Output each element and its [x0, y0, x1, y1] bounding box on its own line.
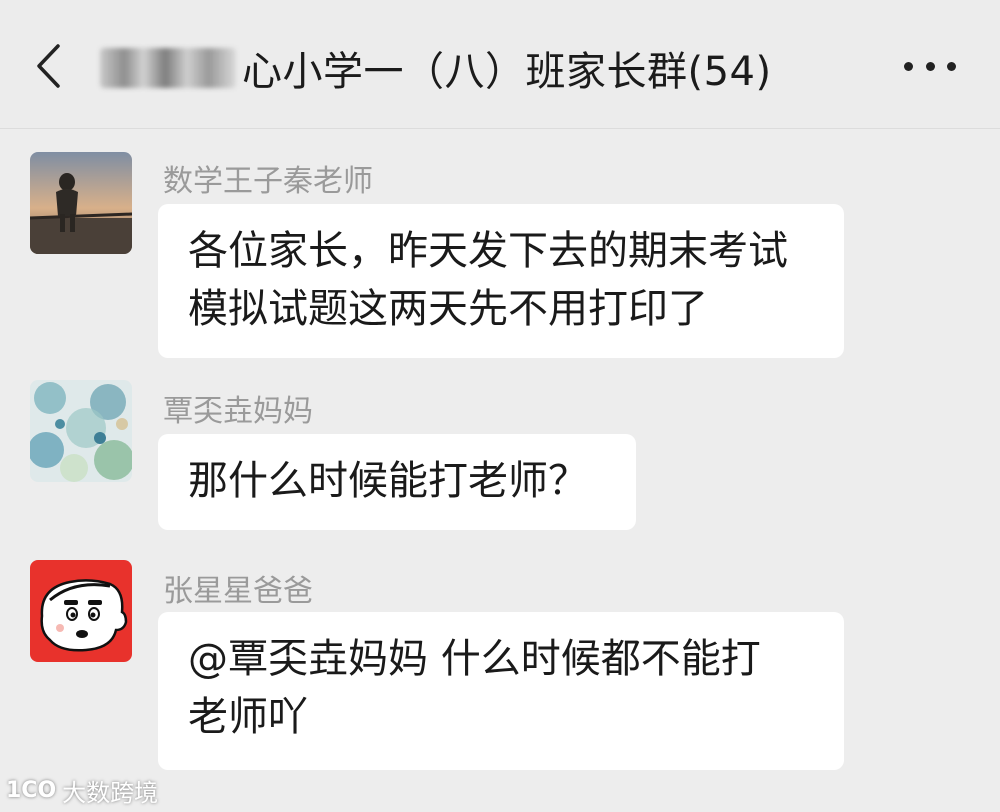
more-dots-icon	[904, 61, 913, 71]
message-item: 张星星爸爸 @覃奀垚妈妈 什么时候都不能打 老师吖	[0, 558, 1000, 778]
message-bubble[interactable]: 各位家长，昨天发下去的期末考试 模拟试题这两天先不用打印了	[158, 204, 844, 358]
sender-name: 覃奀垚妈妈	[163, 394, 313, 429]
avatar[interactable]	[30, 380, 132, 482]
message-bubble[interactable]: @覃奀垚妈妈 什么时候都不能打 老师吖	[158, 612, 844, 770]
avatar[interactable]	[30, 560, 132, 662]
watermark-logo: 1CO	[6, 778, 57, 803]
message-line: 那什么时候能打老师？	[188, 458, 588, 504]
floral-painting-avatar	[30, 380, 132, 482]
message-line: @覃奀垚妈妈 什么时候都不能打	[188, 636, 761, 682]
sender-name: 张星星爸爸	[163, 574, 313, 609]
more-button[interactable]	[904, 54, 956, 78]
message-line: 老师吖	[188, 694, 308, 740]
blurred-name-redaction	[100, 48, 236, 88]
message-line: 各位家长，昨天发下去的期末考试	[188, 228, 788, 274]
chevron-left-icon	[37, 44, 60, 88]
chat-header: 心小学一（八）班家长群(54)	[0, 0, 1000, 129]
avatar[interactable]	[30, 152, 132, 254]
cartoon-boy-avatar	[30, 560, 132, 662]
message-line: 模拟试题这两天先不用打印了	[188, 286, 708, 332]
back-button[interactable]	[28, 38, 68, 94]
sender-name: 数学王子秦老师	[163, 164, 373, 199]
message-item: 数学王子秦老师 各位家长，昨天发下去的期末考试 模拟试题这两天先不用打印了	[0, 150, 1000, 370]
chat-title-text: 心小学一（八）班家长群(54)	[242, 49, 772, 95]
chat-title: 心小学一（八）班家长群(54)	[100, 38, 772, 98]
watermark-text: 大数跨境	[62, 779, 159, 807]
message-item: 覃奀垚妈妈 那什么时候能打老师？	[0, 378, 1000, 538]
person-sunset-avatar	[30, 152, 132, 254]
message-bubble[interactable]: 那什么时候能打老师？	[158, 434, 636, 530]
watermark: 1CO 大数跨境	[6, 773, 158, 808]
